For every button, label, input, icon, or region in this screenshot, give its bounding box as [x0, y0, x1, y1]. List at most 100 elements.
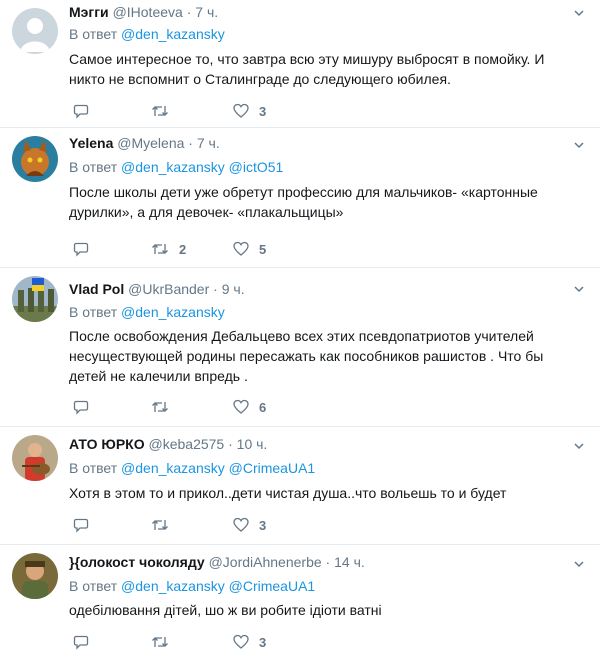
separator-dot: · — [213, 281, 218, 297]
tweet-header: Мэгги @IHoteeva · 7 ч. — [69, 3, 218, 21]
tweet-actions: 3 — [69, 517, 469, 537]
tweet-text: После освобождения Дебальцево всех этих … — [69, 328, 544, 384]
separator-dot: · — [188, 135, 193, 151]
heart-icon — [233, 517, 249, 532]
like-button[interactable]: 3 — [233, 517, 266, 533]
chevron-down-icon[interactable] — [572, 282, 586, 296]
reply-prefix: В ответ — [69, 159, 118, 175]
tweet[interactable]: Yelena @Myelena · 7 ч. В ответ @den_kaza… — [0, 128, 600, 268]
tweet[interactable]: Мэгги @IHoteeva · 7 ч. В ответ @den_kaza… — [0, 0, 600, 128]
like-button[interactable]: 5 — [233, 241, 266, 257]
reply-button[interactable] — [73, 103, 99, 119]
tweet-text: Хотя в этом то и прикол..дети чистая душ… — [69, 485, 507, 501]
retweet-icon — [152, 106, 168, 116]
reply-button[interactable] — [73, 517, 99, 533]
mention-link[interactable]: @den_kazansky — [121, 304, 225, 320]
author-name[interactable]: Vlad Pol — [69, 281, 124, 297]
reply-context: В ответ @den_kazansky — [69, 303, 225, 321]
tweet-time[interactable]: 10 ч. — [237, 436, 268, 452]
reply-prefix: В ответ — [69, 460, 118, 476]
like-count: 3 — [259, 634, 267, 650]
reply-icon — [73, 400, 89, 415]
tweet-actions: 6 — [69, 399, 469, 419]
like-button[interactable]: 3 — [233, 634, 266, 650]
chevron-down-icon[interactable] — [572, 6, 586, 20]
chevron-down-icon[interactable] — [572, 138, 586, 152]
tweet-header: АТО ЮРКО @keba2575 · 10 ч. — [69, 435, 267, 453]
chevron-down-icon[interactable] — [572, 557, 586, 571]
mention-link[interactable]: @den_kazansky — [121, 578, 225, 594]
guitar-player-avatar[interactable] — [12, 435, 58, 481]
author-handle[interactable]: @JordiAhnenerbe — [209, 554, 322, 570]
reply-icon — [73, 242, 89, 257]
like-button[interactable]: 6 — [233, 399, 266, 415]
tweet-header: Yelena @Myelena · 7 ч. — [69, 134, 220, 152]
like-button[interactable]: 3 — [233, 103, 266, 119]
reply-button[interactable] — [73, 241, 99, 257]
retweet-count: 2 — [179, 241, 187, 257]
tweet-time[interactable]: 7 ч. — [197, 135, 220, 151]
like-count: 5 — [259, 241, 267, 257]
reply-icon — [73, 635, 89, 650]
tweet-header: }{олокост чоколяду @JordiAhnenerbe · 14 … — [69, 553, 365, 571]
retweet-icon — [152, 402, 168, 412]
tweet[interactable]: Vlad Pol @UkrBander · 9 ч. В ответ @den_… — [0, 268, 600, 427]
separator-dot: · — [325, 554, 331, 570]
author-handle[interactable]: @IHoteeva — [113, 4, 183, 20]
retweet-button[interactable] — [151, 634, 179, 650]
retweet-icon — [152, 637, 168, 647]
tweet-text: одебілювання дітей, шо ж ви робите ідіот… — [69, 602, 382, 618]
mention-link[interactable]: @den_kazansky — [121, 460, 225, 476]
reply-icon — [73, 104, 89, 119]
tweet[interactable]: АТО ЮРКО @keba2575 · 10 ч. В ответ @den_… — [0, 427, 600, 545]
author-name[interactable]: Мэгги — [69, 4, 109, 20]
mention-link[interactable]: @CrimeaUA1 — [229, 460, 316, 476]
author-name[interactable]: Yelena — [69, 135, 113, 151]
separator-dot: · — [186, 4, 192, 20]
soldiers-avatar[interactable] — [12, 276, 58, 322]
separator-dot: · — [228, 436, 233, 452]
tweet-text: Самое интересное то, что завтра всю эту … — [69, 51, 545, 87]
default-avatar-icon[interactable] — [12, 8, 58, 54]
reply-icon — [73, 518, 89, 533]
retweet-button[interactable] — [151, 399, 179, 415]
reply-prefix: В ответ — [69, 26, 118, 42]
reply-button[interactable] — [73, 634, 99, 650]
reply-prefix: В ответ — [69, 578, 118, 594]
author-name[interactable]: }{олокост чоколяду — [69, 554, 205, 570]
like-count: 3 — [259, 103, 267, 119]
retweet-button[interactable]: 2 — [151, 241, 186, 257]
tweet-actions: 3 — [69, 634, 469, 654]
tweet-time[interactable]: 7 ч. — [195, 4, 218, 20]
heart-icon — [233, 399, 249, 414]
man-portrait-avatar[interactable] — [12, 553, 58, 599]
reply-context: В ответ @den_kazansky @CrimeaUA1 — [69, 577, 315, 595]
replies-feed: Мэгги @IHoteeva · 7 ч. В ответ @den_kaza… — [0, 0, 600, 657]
mention-link[interactable]: @ictO51 — [229, 159, 284, 175]
heart-icon — [233, 103, 249, 118]
heart-icon — [233, 634, 249, 649]
retweet-button[interactable] — [151, 517, 179, 533]
tweet-time[interactable]: 14 ч. — [334, 554, 365, 570]
reply-button[interactable] — [73, 399, 99, 415]
retweet-icon — [152, 520, 168, 530]
tweet-header: Vlad Pol @UkrBander · 9 ч. — [69, 280, 245, 298]
reply-prefix: В ответ — [69, 304, 118, 320]
tweet-time[interactable]: 9 ч. — [222, 281, 245, 297]
heart-icon — [233, 241, 249, 256]
author-handle[interactable]: @keba2575 — [149, 436, 225, 452]
tweet[interactable]: }{олокост чоколяду @JordiAhnenerbe · 14 … — [0, 545, 600, 657]
mention-link[interactable]: @den_kazansky — [121, 26, 225, 42]
like-count: 3 — [259, 517, 267, 533]
author-name[interactable]: АТО ЮРКО — [69, 436, 145, 452]
reply-context: В ответ @den_kazansky @ictO51 — [69, 158, 283, 176]
mention-link[interactable]: @CrimeaUA1 — [229, 578, 316, 594]
retweet-button[interactable] — [151, 103, 179, 119]
author-handle[interactable]: @UkrBander — [128, 281, 209, 297]
cat-avatar[interactable] — [12, 136, 58, 182]
mention-link[interactable]: @den_kazansky — [121, 159, 225, 175]
author-handle[interactable]: @Myelena — [117, 135, 184, 151]
chevron-down-icon[interactable] — [572, 439, 586, 453]
like-count: 6 — [259, 399, 267, 415]
reply-context: В ответ @den_kazansky — [69, 25, 225, 43]
